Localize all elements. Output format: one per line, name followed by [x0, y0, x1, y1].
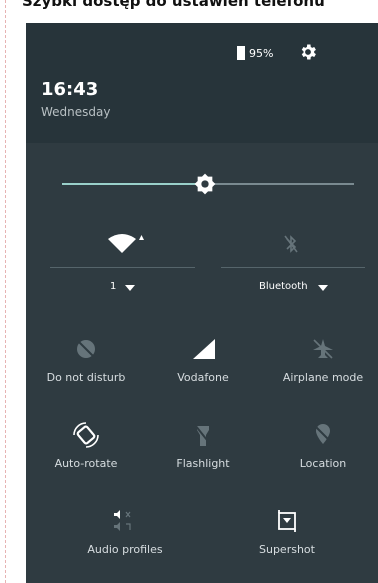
supershot-tile[interactable]: Supershot [232, 507, 342, 556]
bluetooth-label[interactable]: Bluetooth [259, 281, 308, 292]
clock-time: 16:43 [41, 79, 99, 100]
flashlight-label: Flashlight [176, 457, 230, 470]
battery-icon [237, 46, 245, 60]
audio-profiles-icon [114, 510, 131, 531]
wifi-divider [50, 267, 195, 268]
page-margin-guide [5, 0, 6, 583]
battery-percent: 95% [249, 47, 274, 60]
autorotate-tile[interactable]: Auto-rotate [31, 421, 141, 470]
brightness-icon[interactable] [194, 173, 216, 195]
brightness-slider[interactable] [62, 173, 354, 195]
wifi-icon[interactable] [108, 233, 136, 253]
notification-header: 95% 16:43 Wednesday [26, 23, 378, 143]
dnd-label: Do not disturb [46, 371, 126, 384]
airplane-label: Airplane mode [282, 371, 364, 384]
location-tile[interactable]: Location [268, 421, 378, 470]
autorotate-label: Auto-rotate [54, 457, 118, 470]
vodafone-label: Vodafone [177, 371, 229, 384]
location-off-icon [314, 424, 332, 444]
wifi-dropdown-caret[interactable] [125, 285, 135, 291]
vodafone-tile[interactable]: Vodafone [148, 335, 258, 384]
quick-settings-panel: 95% 16:43 Wednesday 1 Bluetooth Do not d… [26, 23, 378, 583]
airplane-tile[interactable]: Airplane mode [268, 335, 378, 384]
supershot-label: Supershot [259, 543, 315, 556]
supershot-icon [278, 510, 296, 532]
audio-profiles-label: Audio profiles [87, 543, 163, 556]
page-title: Szybki dostęp do ustawień telefonu [22, 0, 325, 10]
brightness-fill [62, 183, 205, 185]
location-label: Location [299, 457, 347, 470]
dnd-tile[interactable]: Do not disturb [31, 335, 141, 384]
wifi-network-label[interactable]: 1 [110, 281, 116, 292]
auto-rotate-icon [73, 422, 99, 448]
flashlight-icon [194, 424, 212, 446]
wifi-activity-icon [139, 235, 144, 240]
bluetooth-dropdown-caret[interactable] [318, 285, 328, 291]
do-not-disturb-icon [77, 340, 95, 358]
settings-gear-icon[interactable] [298, 42, 318, 62]
audio-profiles-tile[interactable]: Audio profiles [70, 507, 180, 556]
bluetooth-divider [221, 267, 365, 268]
cellular-signal-icon [193, 339, 215, 359]
flashlight-tile[interactable]: Flashlight [148, 421, 258, 470]
clock-day: Wednesday [41, 105, 111, 119]
airplane-mode-icon [313, 339, 333, 359]
bluetooth-disabled-icon[interactable] [284, 235, 298, 253]
